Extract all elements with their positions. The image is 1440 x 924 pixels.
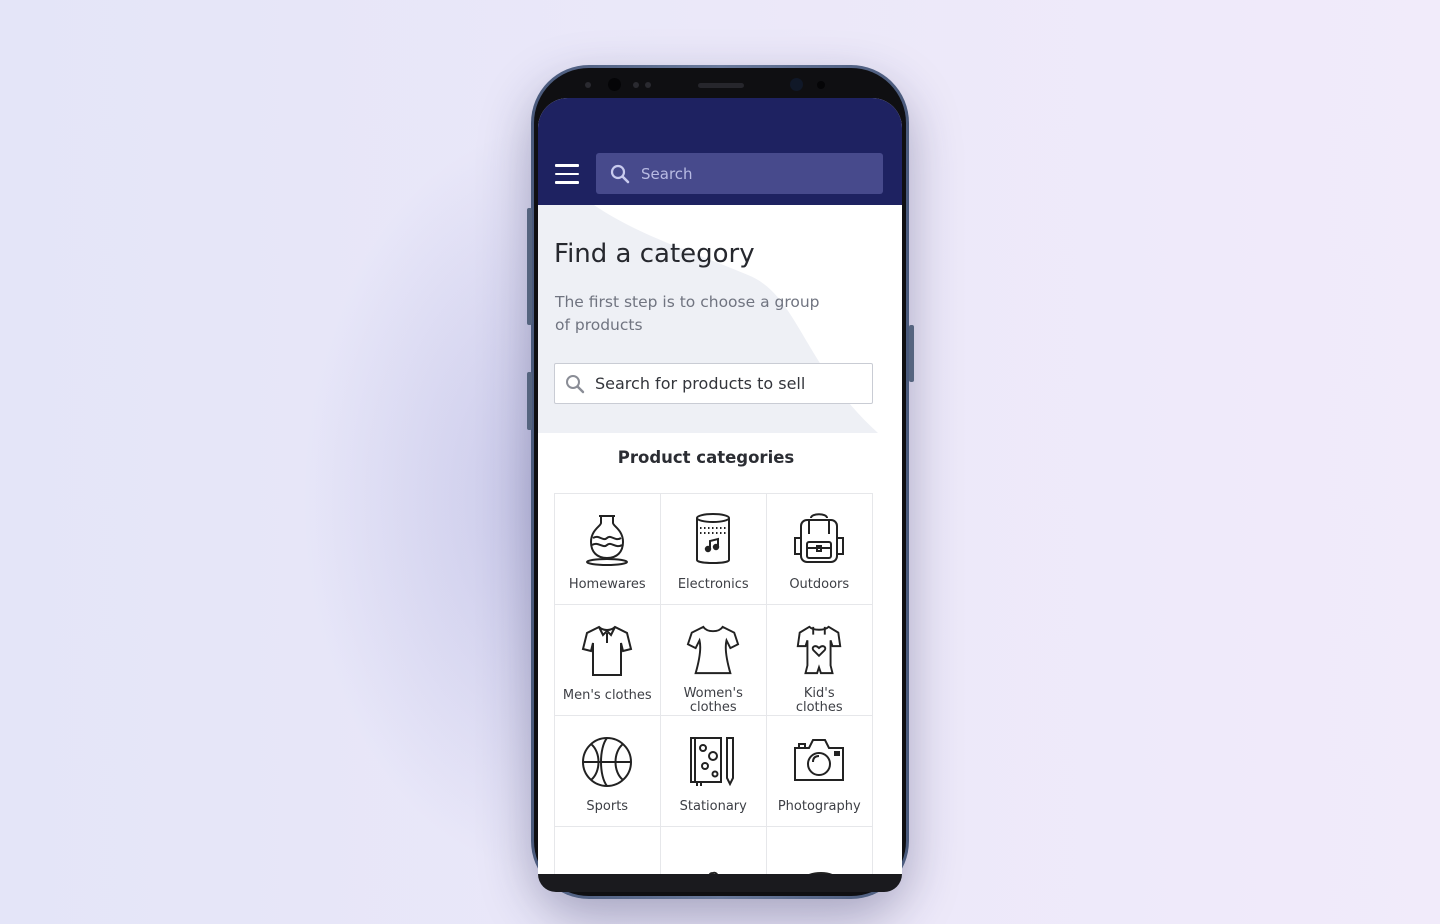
hero-section: Find a category The first step is to cho…: [538, 205, 902, 433]
sensor-dot-2: [645, 82, 651, 88]
category-grid: Homewares Electronics Outdoors Men's clo…: [554, 493, 873, 874]
phone-bottom-bezel: [538, 874, 902, 892]
page-subtitle: The first step is to choose a group of p…: [555, 291, 855, 337]
category-label-line-1: Women's: [683, 686, 743, 701]
notebook-pencil-icon: [690, 737, 735, 787]
search-icon: [610, 164, 630, 183]
category-kids-clothes[interactable]: Kid's clothes: [766, 604, 873, 716]
category-electronics[interactable]: Electronics: [660, 493, 767, 605]
polo-shirt-icon: [582, 625, 633, 676]
category-label: Men's clothes: [562, 688, 652, 703]
category-label: Photography: [777, 799, 861, 814]
category-label: Homewares: [568, 577, 646, 592]
category-label: Sports: [586, 799, 629, 814]
iris-scanner: [790, 78, 803, 91]
power-button: [909, 325, 914, 382]
category-label: Electronics: [677, 577, 749, 592]
camera-icon: [794, 739, 845, 781]
proximity-sensor: [585, 82, 591, 88]
phone-screen: Find a category The first step is to cho…: [538, 98, 902, 874]
sensor-dot-3: [817, 81, 825, 89]
category-item-12[interactable]: [766, 826, 873, 874]
category-photography[interactable]: Photography: [766, 715, 873, 827]
earpiece-speaker: [698, 83, 744, 88]
top-search-bar[interactable]: [596, 153, 883, 194]
app-bar: [538, 98, 902, 205]
search-icon: [566, 374, 585, 393]
category-sports[interactable]: Sports: [554, 715, 661, 827]
category-item-11[interactable]: [660, 826, 767, 874]
category-item-10[interactable]: [554, 826, 661, 874]
category-outdoors[interactable]: Outdoors: [766, 493, 873, 605]
plate-icon: [579, 845, 635, 874]
category-label: Outdoors: [789, 577, 850, 592]
backpack-icon: [794, 513, 845, 563]
page-title: Find a category: [554, 239, 755, 269]
category-label: Stationary: [679, 799, 747, 814]
smart-speaker-icon: [696, 513, 731, 564]
category-stationary[interactable]: Stationary: [660, 715, 767, 827]
product-search-input[interactable]: [595, 374, 865, 393]
sensor-dot-1: [633, 82, 639, 88]
volume-down-button: [527, 372, 532, 430]
categories-title: Product categories: [617, 448, 795, 467]
hamburger-menu-icon[interactable]: [555, 164, 579, 184]
paint-palette-icon: [809, 871, 833, 874]
category-label: Women's clothes: [684, 687, 743, 715]
category-label: Kid's clothes: [796, 687, 843, 715]
category-womens-clothes[interactable]: Women's clothes: [660, 604, 767, 716]
womens-tshirt-icon: [686, 625, 740, 675]
top-search-input[interactable]: [641, 164, 861, 183]
basketball-icon: [582, 737, 633, 787]
category-label-line-2: clothes: [795, 700, 843, 715]
category-label-line-2: clothes: [689, 700, 737, 715]
vase-icon: [586, 515, 629, 566]
puzzle-piece-icon: [709, 871, 719, 874]
category-mens-clothes[interactable]: Men's clothes: [554, 604, 661, 716]
category-homewares[interactable]: Homewares: [554, 493, 661, 605]
product-search-box[interactable]: [554, 363, 873, 404]
baby-romper-icon: [796, 625, 842, 675]
subtitle-line-1: The first step is to choose a group: [555, 293, 820, 311]
subtitle-line-2: of products: [555, 316, 643, 334]
volume-up-button: [527, 208, 532, 325]
front-camera: [608, 78, 621, 91]
category-label-line-1: Kid's: [803, 686, 835, 701]
